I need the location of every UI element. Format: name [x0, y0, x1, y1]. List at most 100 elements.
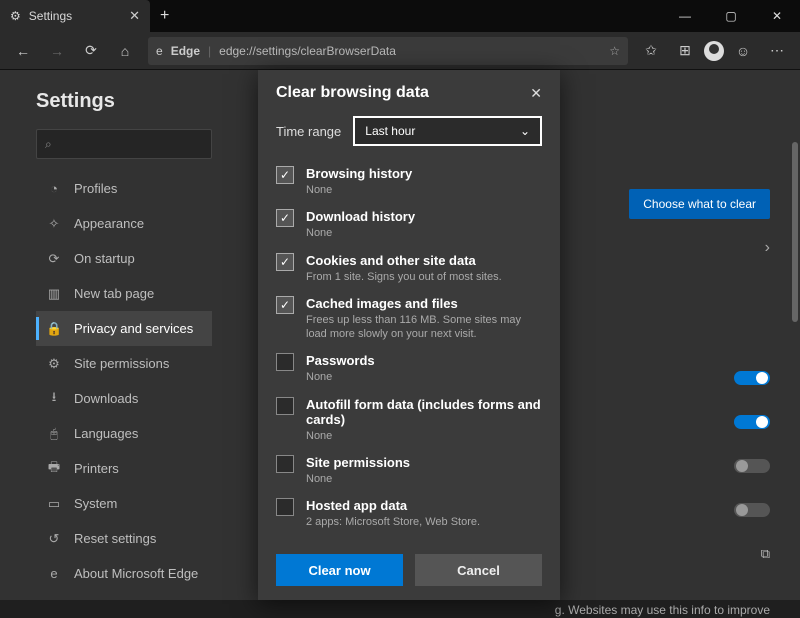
item-title: Passwords: [306, 353, 375, 368]
chevron-right-icon[interactable]: ›: [765, 239, 770, 257]
checkbox[interactable]: ✓: [276, 209, 294, 227]
item-title: Autofill form data (includes forms and c…: [306, 397, 542, 427]
sidebar-item-new-tab-page[interactable]: ▥ New tab page: [36, 276, 212, 311]
dialog-close-button[interactable]: ✕: [530, 85, 542, 102]
choose-what-to-clear-button[interactable]: Choose what to clear: [629, 189, 770, 219]
new-tab-button[interactable]: +: [150, 7, 179, 25]
sidebar-item-label: About Microsoft Edge: [74, 566, 198, 581]
page-title: Settings: [36, 90, 212, 113]
sidebar-item-printers[interactable]: 🖶 Printers: [36, 451, 212, 486]
address-bar[interactable]: e Edge | edge://settings/clearBrowserDat…: [148, 37, 628, 65]
settings-search-input[interactable]: ⌕: [36, 129, 212, 159]
home-button[interactable]: ⌂: [110, 36, 140, 66]
sidebar-item-label: Profiles: [74, 181, 117, 196]
item-title: Cached images and files: [306, 296, 542, 311]
sidebar-item-label: Languages: [74, 426, 138, 441]
more-button[interactable]: ⋯: [762, 36, 792, 66]
about-microsoft-edge-icon: e: [46, 566, 62, 581]
item-title: Hosted app data: [306, 498, 480, 513]
item-subtitle: None: [306, 183, 412, 197]
favorites-button[interactable]: ✩: [636, 36, 666, 66]
item-title: Cookies and other site data: [306, 253, 502, 268]
favorite-icon[interactable]: ☆: [609, 44, 620, 58]
sidebar-item-label: Printers: [74, 461, 119, 476]
system-icon: ▭: [46, 496, 62, 512]
reset-settings-icon: ↺: [46, 531, 62, 547]
checkbox[interactable]: [276, 498, 294, 516]
clear-item-3: ✓ Cached images and files Frees up less th…: [276, 290, 542, 348]
clear-item-6: Site permissionsNone: [276, 449, 542, 492]
languages-icon: 🖰: [46, 426, 62, 442]
checkbox[interactable]: ✓: [276, 296, 294, 314]
clear-item-7: Hosted app data 2 apps: Microsoft Store, …: [276, 492, 542, 535]
sidebar-item-system[interactable]: ▭ System: [36, 486, 212, 521]
dialog-title: Clear browsing data: [276, 84, 429, 102]
time-range-select[interactable]: Last hour ⌄: [353, 116, 542, 146]
sidebar-item-languages[interactable]: 🖰 Languages: [36, 416, 212, 451]
new-tab-page-icon: ▥: [46, 286, 62, 302]
toggle-e[interactable]: [734, 415, 770, 429]
privacy-and-services-icon: 🔒: [46, 321, 62, 337]
minimize-button[interactable]: —: [662, 0, 708, 32]
browser-tab[interactable]: ⚙ Settings ✕: [0, 0, 150, 32]
checkbox[interactable]: ✓: [276, 253, 294, 271]
url-text: edge://settings/clearBrowserData: [219, 44, 396, 58]
time-range-label: Time range: [276, 124, 341, 139]
checkbox[interactable]: [276, 353, 294, 371]
checkbox[interactable]: [276, 397, 294, 415]
titlebar: ⚙ Settings ✕ + — ▢ ✕: [0, 0, 800, 32]
sidebar-item-label: New tab page: [74, 286, 154, 301]
feedback-button[interactable]: ☺: [728, 36, 758, 66]
sidebar-item-downloads[interactable]: ⭳Downloads: [36, 381, 212, 416]
cancel-button[interactable]: Cancel: [415, 554, 542, 586]
settings-sidebar: Settings ⌕ ◔ Profiles ✧Appearance⟳On start…: [0, 70, 228, 600]
item-title: Site permissions: [306, 455, 410, 470]
collections-button[interactable]: ⊞: [670, 36, 700, 66]
edge-label: Edge: [171, 44, 200, 58]
item-subtitle: None: [306, 226, 415, 240]
chevron-down-icon: ⌄: [520, 124, 530, 138]
scrollbar[interactable]: [792, 142, 798, 322]
sidebar-item-site-permissions[interactable]: ⚙Site permissions: [36, 346, 212, 381]
sidebar-item-label: System: [74, 496, 117, 511]
toolbar: ← → ⟳ ⌂ e Edge | edge://settings/clearBr…: [0, 32, 800, 70]
popout-icon[interactable]: ⧉: [761, 546, 770, 562]
footer-note: g. Websites may use this info to improve: [268, 602, 770, 618]
profiles-icon: ◔: [46, 181, 62, 196]
refresh-button[interactable]: ⟳: [76, 36, 106, 66]
sidebar-item-on-startup[interactable]: ⟳On startup: [36, 241, 212, 276]
back-button[interactable]: ←: [8, 36, 38, 66]
printers-icon: 🖶: [46, 458, 62, 480]
sidebar-item-label: Reset settings: [74, 531, 156, 546]
checkbox[interactable]: ✓: [276, 166, 294, 184]
settings-nav: ◔ Profiles ✧Appearance⟳On startup ▥ New tab …: [36, 171, 212, 591]
profile-avatar[interactable]: [704, 41, 724, 61]
item-subtitle: Frees up less than 116 MB. Some sites ma…: [306, 313, 542, 342]
content-area: Settings ⌕ ◔ Profiles ✧Appearance⟳On start…: [0, 70, 800, 600]
separator: |: [208, 44, 211, 58]
window-close-button[interactable]: ✕: [754, 0, 800, 32]
time-range-value: Last hour: [365, 124, 415, 138]
maximize-button[interactable]: ▢: [708, 0, 754, 32]
toggle-g[interactable]: [734, 503, 770, 517]
forward-button: →: [42, 36, 72, 66]
item-subtitle: 2 apps: Microsoft Store, Web Store.: [306, 515, 480, 529]
toggle-d[interactable]: [734, 371, 770, 385]
clear-browsing-data-dialog: Clear browsing data ✕ Time range Last ho…: [258, 70, 560, 600]
checkbox[interactable]: [276, 455, 294, 473]
clear-item-1: ✓ Download history None: [276, 203, 542, 246]
sidebar-item-appearance[interactable]: ✧Appearance: [36, 206, 212, 241]
sidebar-item-about-microsoft-edge[interactable]: e About Microsoft Edge: [36, 556, 212, 591]
clear-item-4: PasswordsNone: [276, 347, 542, 390]
toggle-f[interactable]: [734, 459, 770, 473]
clear-item-0: ✓Browsing historyNone: [276, 160, 542, 203]
clear-now-button[interactable]: Clear now: [276, 554, 403, 586]
edge-logo-icon: e: [156, 44, 163, 58]
item-title: Download history: [306, 209, 415, 224]
item-subtitle: None: [306, 429, 542, 443]
sidebar-item-profiles[interactable]: ◔ Profiles: [36, 171, 212, 206]
tab-close-icon[interactable]: ✕: [129, 8, 140, 24]
sidebar-item-reset-settings[interactable]: ↺ Reset settings: [36, 521, 212, 556]
gear-icon: ⚙: [10, 9, 21, 23]
sidebar-item-privacy-and-services[interactable]: 🔒Privacy and services: [36, 311, 212, 346]
